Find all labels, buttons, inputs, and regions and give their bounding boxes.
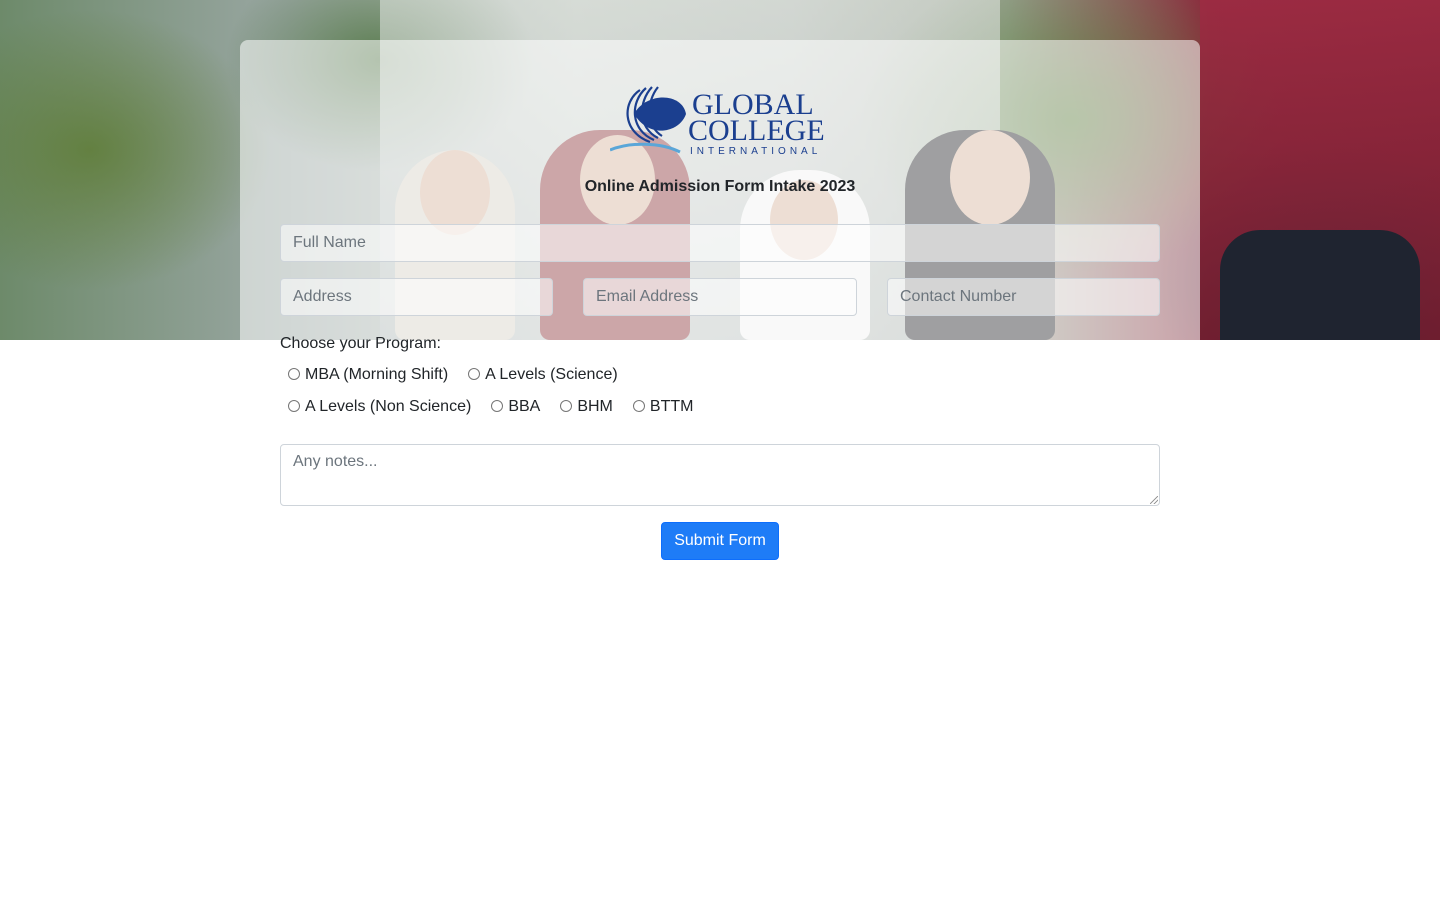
program-options-row-2: A Levels (Non Science) BBA BHM BTTM (288, 398, 713, 416)
submit-form-button[interactable]: Submit Form (661, 522, 779, 560)
email-input[interactable] (583, 278, 857, 316)
radio-button[interactable] (288, 400, 300, 412)
form-title: Online Admission Form Intake 2023 (584, 178, 856, 195)
radio-button[interactable] (288, 368, 300, 380)
program-option-bttm[interactable]: BTTM (632, 398, 694, 416)
radio-button[interactable] (491, 400, 504, 412)
program-option-label: A Levels (Science) (485, 366, 618, 383)
program-option-bhm[interactable]: BHM (560, 398, 613, 416)
contact-number-input[interactable] (887, 278, 1160, 316)
address-input[interactable] (280, 278, 553, 316)
program-option-label: A Levels (Non Science) (305, 398, 472, 415)
program-option-label: BBA (508, 398, 541, 415)
logo-line3: INTERNATIONAL (690, 146, 821, 157)
global-college-logo: GLOBAL COLLEGE INTERNATIONAL (610, 86, 825, 157)
program-option-label: BHM (577, 398, 613, 415)
program-options-row-1: MBA (Morning Shift) A Levels (Science) (288, 366, 638, 384)
program-option-label: MBA (Morning Shift) (305, 366, 449, 383)
program-option-a-levels-science[interactable]: A Levels (Science) (468, 366, 618, 384)
logo-line2: COLLEGE (688, 114, 825, 147)
program-option-label: BTTM (649, 398, 694, 415)
radio-button[interactable] (632, 400, 645, 412)
program-option-bba[interactable]: BBA (491, 398, 540, 416)
radio-button[interactable] (560, 400, 573, 412)
program-option-a-levels-non-science[interactable]: A Levels (Non Science) (288, 398, 471, 416)
program-option-mba[interactable]: MBA (Morning Shift) (288, 366, 448, 384)
resize-handle-icon[interactable] (1150, 496, 1158, 504)
notes-textarea[interactable] (280, 444, 1160, 506)
full-name-input[interactable] (280, 224, 1160, 262)
program-label: Choose your Program: (280, 335, 441, 352)
radio-button[interactable] (468, 368, 481, 380)
